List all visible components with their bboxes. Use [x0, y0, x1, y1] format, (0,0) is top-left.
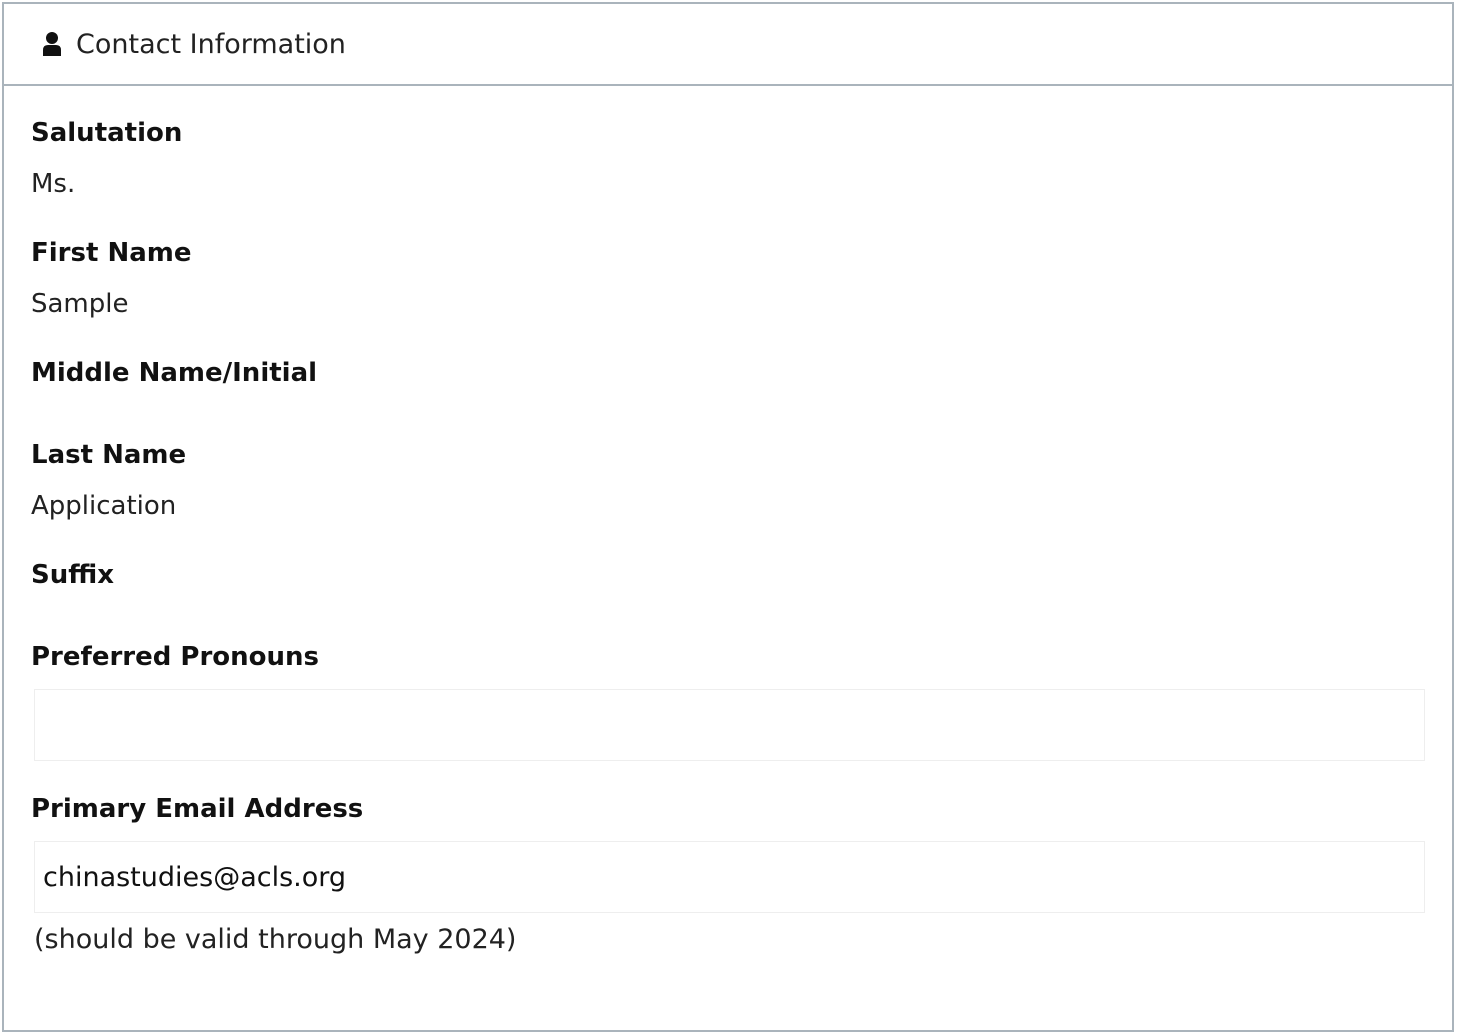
first-name-value-wrap: Sample	[31, 291, 129, 317]
first-name-field: First Name	[31, 240, 191, 266]
suffix-field: Suffix	[31, 562, 114, 588]
last-name-value-wrap: Application	[31, 493, 176, 519]
panel-title: Contact Information	[76, 28, 346, 60]
first-name-label: First Name	[31, 238, 192, 268]
pronouns-field: Preferred Pronouns	[31, 644, 319, 670]
last-name-value: Application	[31, 491, 177, 521]
email-help-text: (should be valid through May 2024)	[34, 924, 517, 955]
salutation-value-wrap: Ms.	[31, 171, 75, 197]
email-label: Primary Email Address	[31, 794, 364, 824]
salutation-label: Salutation	[31, 118, 183, 148]
salutation-field: Salutation	[31, 120, 182, 146]
middle-name-label: Middle Name/Initial	[31, 358, 318, 388]
suffix-label: Suffix	[31, 560, 115, 590]
first-name-value: Sample	[31, 289, 129, 319]
user-icon	[42, 31, 62, 57]
email-input[interactable]: chinastudies@acls.org	[34, 841, 1425, 913]
salutation-value: Ms.	[31, 169, 76, 199]
last-name-field: Last Name	[31, 442, 186, 468]
pronouns-input[interactable]	[34, 689, 1425, 761]
email-field: Primary Email Address	[31, 796, 363, 822]
pronouns-label: Preferred Pronouns	[31, 642, 320, 672]
last-name-label: Last Name	[31, 440, 187, 470]
middle-name-field: Middle Name/Initial	[31, 360, 317, 386]
panel-header: Contact Information	[4, 4, 1452, 86]
